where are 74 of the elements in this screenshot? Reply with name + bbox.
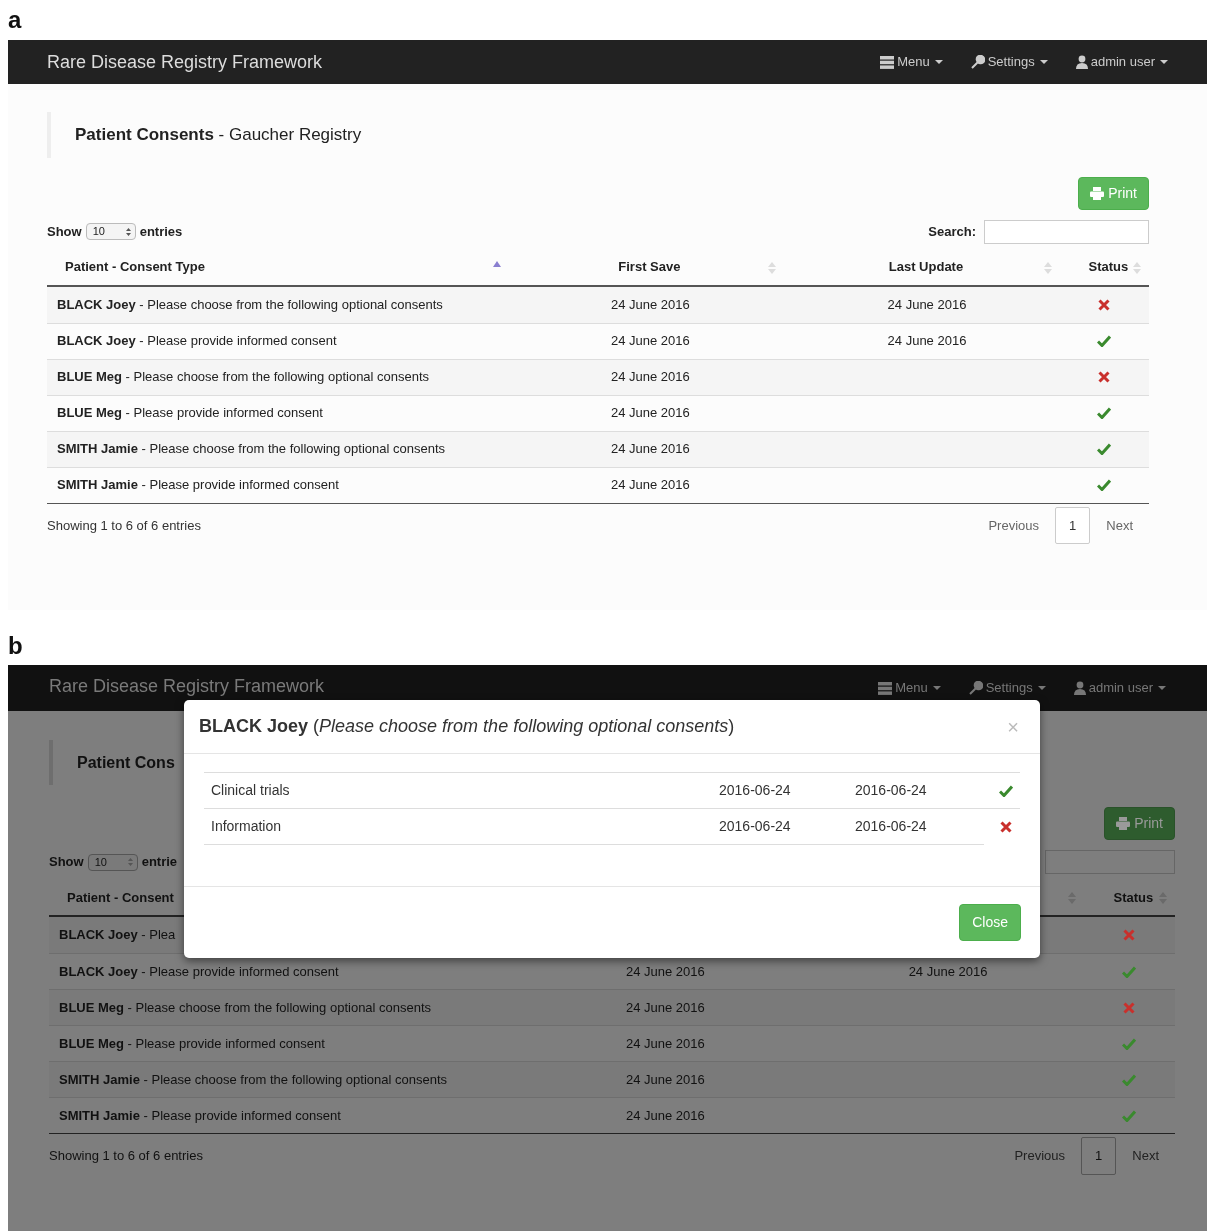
date-text: 24 June 2016	[626, 1070, 705, 1089]
date-text: 24 June 2016	[626, 998, 705, 1017]
date-text: 24 June 2016	[611, 440, 690, 459]
panel-label: a	[7, 5, 23, 35]
print-button[interactable]: Print	[1078, 176, 1149, 210]
consent-link[interactable]: BLACK Joey - Please provide informed consent	[59, 961, 339, 982]
page-link[interactable]: 1	[1055, 506, 1091, 545]
search-label: Search:	[928, 222, 976, 241]
date-text: 2016-06-24	[855, 817, 927, 836]
consent-link[interactable]: BLUE Meg - Please choose from the following optional consents	[57, 367, 430, 387]
previous-link[interactable]: Previous	[998, 1138, 1082, 1174]
column-header[interactable]: Last Update	[888, 257, 964, 277]
consent-link[interactable]: BLUE Meg - Please provide informed consent	[59, 1033, 325, 1054]
list-icon	[880, 55, 895, 69]
date-text: 24 June 2016	[611, 404, 690, 423]
entries-info: Showing 1 to 6 of 6 entries	[47, 516, 201, 535]
date-text: 24 June 2016	[887, 295, 967, 314]
page-link[interactable]: 1	[1081, 1137, 1117, 1175]
show-label: Show	[47, 222, 82, 241]
previous-link[interactable]: Previous	[972, 507, 1056, 544]
consent-link[interactable]: BLACK Joey - Please choose from the following optional consents	[57, 294, 443, 315]
date-text: 24 June 2016	[626, 962, 705, 981]
date-text: 24 June 2016	[908, 962, 988, 981]
list-icon	[878, 681, 893, 695]
date-text: 24 June 2016	[626, 1106, 705, 1125]
date-text: 24 June 2016	[611, 295, 690, 314]
user-icon	[1075, 55, 1088, 69]
page-size-select[interactable]: 10	[87, 853, 138, 871]
user-icon	[1073, 681, 1086, 695]
nav-dropdown[interactable]: Menu	[880, 52, 943, 72]
entries-label: entries	[139, 222, 183, 241]
column-header[interactable]: Status	[1088, 257, 1129, 277]
printer-icon	[1090, 186, 1105, 200]
nav-dropdown[interactable]: Settings	[968, 678, 1046, 698]
date-text: 24 June 2016	[887, 332, 967, 351]
entries-info: Showing 1 to 6 of 6 entries	[49, 1147, 203, 1166]
column-header[interactable]: Patient - Consent Type	[65, 257, 205, 277]
panel-label: b	[7, 631, 24, 661]
next-link[interactable]: Next	[1116, 1138, 1175, 1174]
close-button[interactable]: Close	[959, 904, 1021, 941]
date-text: 24 June 2016	[611, 368, 690, 387]
spinner-arrows-icon	[125, 227, 131, 236]
nav-dropdown[interactable]: admin user	[1073, 678, 1166, 698]
show-label: Show	[49, 853, 84, 872]
consent-link[interactable]: BLUE Meg - Please choose from the following optional consents	[59, 997, 432, 1018]
consent-link[interactable]: SMITH Jamie - Please choose from the following optional consents	[57, 439, 446, 459]
column-header[interactable]: Patient - Consent	[67, 887, 174, 908]
printer-icon	[1116, 817, 1131, 830]
column-header[interactable]: Status	[1113, 887, 1154, 908]
page-size-select[interactable]: 10	[85, 223, 136, 240]
search-field[interactable]	[1045, 850, 1175, 874]
nav-dropdown[interactable]: Settings	[970, 52, 1048, 72]
brand-title[interactable]: Rare Disease Registry Framework	[49, 672, 851, 704]
brand-title[interactable]: Rare Disease Registry Framework	[47, 48, 853, 76]
consent-link[interactable]: BLACK Joey - Please provide informed consent	[57, 331, 337, 351]
date-text: 2016-06-24	[719, 817, 791, 836]
date-text: 24 June 2016	[611, 332, 690, 351]
page-heading: Patient Consents - Gaucher Registry	[47, 112, 1149, 158]
consent-name: Information	[211, 817, 282, 836]
date-text: 24 June 2016	[626, 1034, 705, 1053]
date-text: 24 June 2016	[611, 476, 690, 495]
column-header[interactable]: First Save	[618, 257, 681, 277]
consent-link[interactable]: BLUE Meg - Please provide informed consent	[57, 403, 323, 423]
modal-title: BLACK Joey (Please choose from the following optional consents)	[199, 715, 735, 738]
nav-dropdown[interactable]: admin user	[1075, 52, 1168, 72]
consent-link[interactable]: BLACK Joey - Plea	[59, 925, 176, 945]
next-link[interactable]: Next	[1090, 507, 1149, 544]
print-button[interactable]: Print	[1104, 807, 1175, 840]
entries-label: entrie	[141, 853, 178, 872]
consent-link[interactable]: SMITH Jamie - Please choose from the following optional consents	[59, 1069, 448, 1090]
consent-link[interactable]: SMITH Jamie - Please provide informed consent	[57, 475, 339, 495]
nav-dropdown[interactable]: Menu	[878, 678, 941, 698]
consent-link[interactable]: SMITH Jamie - Please provide informed consent	[59, 1105, 341, 1126]
spinner-arrows-icon	[127, 858, 133, 866]
